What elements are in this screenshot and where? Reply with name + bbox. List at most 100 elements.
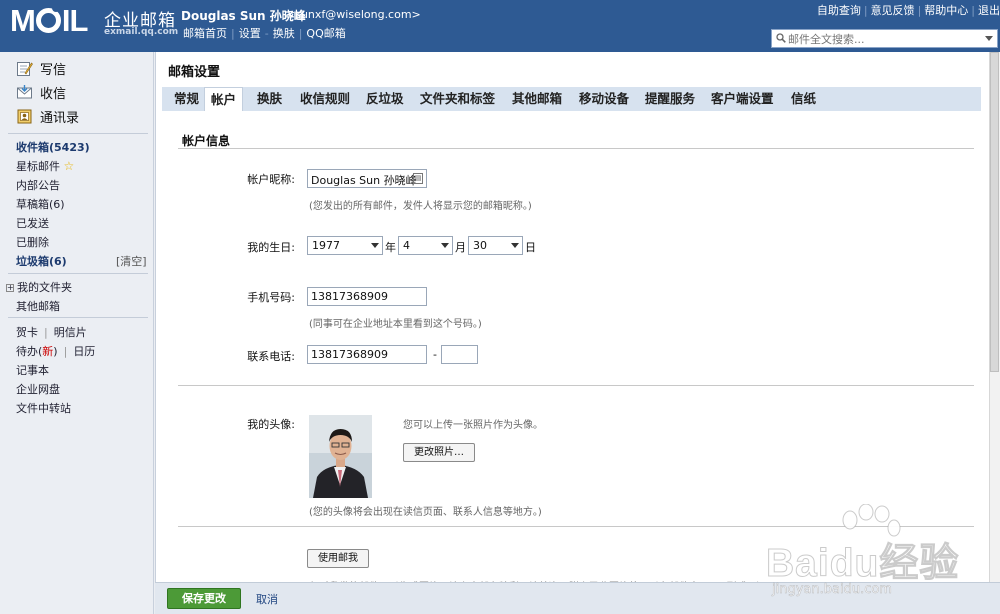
tab-account[interactable]: 帐户 [204, 87, 244, 111]
baidu-watermark: Baidu经验 jingyan.baidu.com [762, 502, 992, 614]
folder-starred[interactable]: 星标邮件 ☆ [16, 158, 74, 174]
other-mailboxes[interactable]: 其他邮箱 [16, 298, 60, 314]
divider [8, 317, 148, 318]
nickname-field[interactable]: Douglas Sun 孙晓峰 ▤ [307, 169, 427, 188]
save-button[interactable]: 保存更改 [167, 588, 241, 609]
tab-general[interactable]: 常规 [168, 87, 205, 111]
user-email: <sunxf@wiselong.com> [286, 8, 421, 21]
link-feedback[interactable]: 意见反馈 [871, 4, 915, 17]
link-help[interactable]: 帮助中心 [924, 4, 968, 17]
sidebar: 写信 收信 通讯录 收件箱(5423) 星标邮件 ☆ 内部公告 草稿箱(6) 已… [0, 52, 154, 614]
tab-reminders[interactable]: 提醒服务 [639, 87, 701, 111]
logo-o-ring [35, 4, 61, 33]
todo-link[interactable]: 待办 [16, 345, 38, 358]
clear-spam-link[interactable]: [清空] [116, 253, 147, 269]
avatar-image [309, 415, 372, 498]
folder-drafts[interactable]: 草稿箱(6) [16, 196, 65, 212]
avatar-hint: (您的头像将会出现在读信页面、联系人信息等地方。) [309, 507, 542, 518]
nickname-hint: (您发出的所有邮件，发件人将显示您的邮箱昵称。) [309, 201, 532, 212]
birth-year-select[interactable]: 1977 [307, 236, 383, 255]
chevron-down-icon [371, 243, 379, 248]
avatar-upload-hint: 您可以上传一张照片作为头像。 [403, 420, 543, 431]
divider [8, 273, 148, 274]
star-icon: ☆ [63, 159, 75, 173]
birthday-label: 我的生日: [247, 241, 295, 254]
contact-card-icon[interactable]: ▤ [413, 173, 423, 184]
nickname-label: 帐户昵称: [247, 173, 295, 186]
compose-button[interactable]: 写信 [16, 58, 66, 78]
search-input[interactable] [788, 32, 978, 46]
tab-skin[interactable]: 换肤 [251, 87, 288, 111]
birth-day-select[interactable]: 30 [468, 236, 523, 255]
compose-label: 写信 [40, 62, 67, 78]
use-mail-me-button[interactable]: 使用邮我 [307, 549, 369, 568]
greeting-card-link[interactable]: 贺卡 [16, 326, 38, 339]
section-title: 帐户信息 [182, 134, 231, 148]
file-transfer-link[interactable]: 文件中转站 [16, 400, 71, 416]
tab-anti-spam[interactable]: 反垃圾 [360, 87, 410, 111]
scrollbar-thumb[interactable] [990, 52, 999, 372]
change-photo-button[interactable]: 更改照片… [403, 443, 475, 462]
birth-month-select[interactable]: 4 [398, 236, 453, 255]
watermark-url: jingyan.baidu.com [772, 582, 892, 598]
notepad-link[interactable]: 记事本 [16, 362, 49, 378]
moil-logo[interactable]: M IL [10, 4, 88, 38]
phone-label: 联系电话: [247, 350, 295, 363]
compose-icon [17, 61, 33, 76]
logo-domain: exmail.qq.com [104, 27, 179, 37]
section-divider [178, 385, 974, 386]
expand-icon[interactable]: + [6, 284, 14, 292]
phone-dash: - [433, 348, 437, 361]
nav-mailbox-home[interactable]: 邮箱首页 [181, 27, 229, 40]
search-icon[interactable] [776, 33, 786, 43]
tools-row-2: 待办(新) | 日历 [16, 345, 96, 358]
enterprise-disk-link[interactable]: 企业网盘 [16, 381, 60, 397]
inbox-button[interactable]: 收信 [16, 82, 66, 102]
postcard-link[interactable]: 明信片 [54, 326, 87, 339]
tab-mail-rules[interactable]: 收信规则 [294, 87, 356, 111]
tab-folders-labels[interactable]: 文件夹和标签 [414, 87, 501, 111]
mobile-label: 手机号码: [247, 291, 295, 304]
contacts-button[interactable]: 通讯录 [16, 106, 79, 126]
phone-extension-field[interactable] [441, 345, 478, 364]
watermark-text: Baidu经验 [765, 542, 960, 586]
contacts-icon [17, 109, 32, 123]
folder-deleted[interactable]: 已删除 [16, 234, 49, 250]
birth-month-value: 4 [403, 239, 410, 252]
section-divider [178, 148, 974, 149]
nav-skin[interactable]: 换肤 [271, 27, 297, 40]
mobile-hint: (同事可在企业地址本里看到这个号码。) [309, 319, 482, 330]
tab-client-settings[interactable]: 客户端设置 [705, 87, 780, 111]
calendar-link[interactable]: 日历 [73, 345, 95, 358]
tab-stationery[interactable]: 信纸 [785, 87, 822, 111]
chevron-down-icon [441, 243, 449, 248]
birth-year-value: 1977 [312, 239, 340, 252]
folder-starred-label: 星标邮件 [16, 160, 60, 173]
nav-settings[interactable]: 设置 [237, 27, 263, 40]
contacts-label: 通讯录 [40, 110, 80, 126]
folder-sent[interactable]: 已发送 [16, 215, 49, 231]
folder-inbox[interactable]: 收件箱(5423) [16, 139, 90, 155]
search-dropdown-icon[interactable] [985, 36, 993, 41]
tools-row-1: 贺卡 | 明信片 [16, 326, 87, 339]
inbox-icon [17, 84, 32, 98]
nav-qq-mail[interactable]: QQ邮箱 [304, 27, 347, 40]
tab-mobile-devices[interactable]: 移动设备 [573, 87, 635, 111]
avatar-photo [309, 415, 372, 498]
link-logout[interactable]: 退出 [978, 4, 1000, 17]
avatar-label: 我的头像: [247, 418, 295, 431]
chevron-down-icon [511, 243, 519, 248]
page-title: 邮箱设置 [168, 65, 221, 80]
phone-field[interactable]: 13817368909 [307, 345, 427, 364]
settings-tabs: 常规 帐户 换肤 收信规则 反垃圾 文件夹和标签 其他邮箱 移动设备 提醒服务 … [162, 87, 981, 111]
top-header: M IL 企业邮箱 exmail.qq.com Douglas Sun 孙晓峰 <… [0, 0, 1000, 52]
folder-notice[interactable]: 内部公告 [16, 177, 60, 193]
search-box[interactable] [771, 29, 998, 48]
mobile-field[interactable]: 13817368909 [307, 287, 427, 306]
cancel-button[interactable]: 取消 [256, 591, 278, 607]
link-self-service[interactable]: 自助查询 [817, 4, 861, 17]
header-nav: 邮箱首页 | 设置 - 换肤 | QQ邮箱 [181, 27, 347, 40]
tab-other-mailboxes[interactable]: 其他邮箱 [506, 87, 568, 111]
folder-spam[interactable]: 垃圾箱(6) [16, 253, 67, 269]
my-folders[interactable]: + 我的文件夹 [6, 279, 72, 295]
